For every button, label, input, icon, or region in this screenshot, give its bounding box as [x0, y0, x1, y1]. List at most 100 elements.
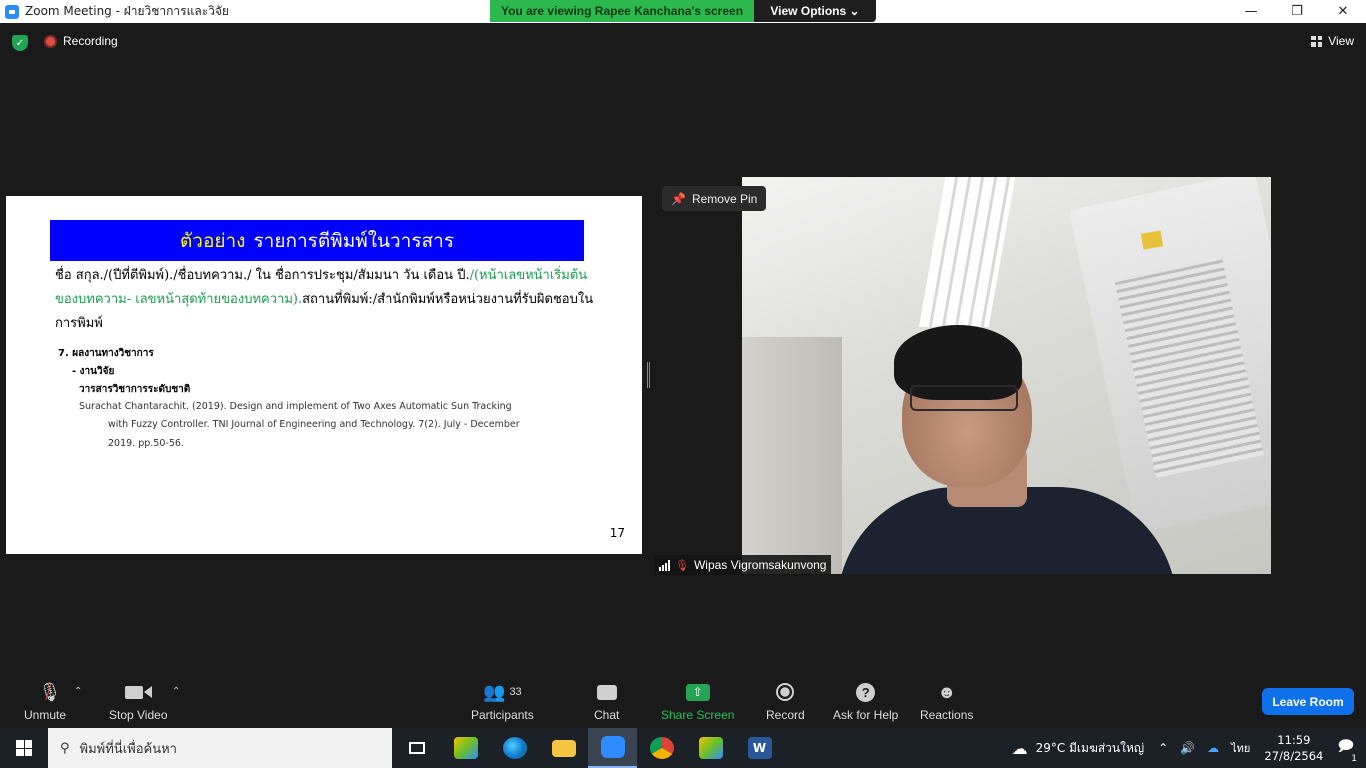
viewing-message: You are viewing Rapee Kanchana's screen — [490, 0, 754, 22]
search-placeholder: พิมพ์ที่นี่เพื่อค้นหา — [79, 741, 177, 757]
task-view-icon[interactable] — [392, 728, 441, 768]
windows-taskbar: ⚲ พิมพ์ที่นี่เพื่อค้นหา W ☁ 29°C มีเมฆส่… — [0, 728, 1366, 768]
clock-time: 11:59 — [1277, 733, 1311, 747]
share-screen-icon: ⇧ — [685, 680, 710, 704]
citation-line-2: with Fuzzy Controller. TNI Journal of En… — [108, 419, 520, 430]
slide-page-number: 17 — [609, 526, 625, 540]
video-camera-icon — [124, 680, 152, 704]
input-language[interactable]: ไทย — [1231, 739, 1250, 757]
reference-format: ชื่อ สกุล./(ปีที่ตีพิมพ์)./ชื่อบทความ./ … — [55, 264, 600, 336]
participant-nameplate: 🎙 Wipas Vigromsakunvong — [654, 555, 832, 575]
mic-muted-icon: 🎙 ⧸ — [38, 681, 62, 702]
view-button[interactable]: View — [1311, 34, 1354, 48]
video-background-wall — [742, 337, 842, 574]
word-icon[interactable]: W — [735, 728, 784, 768]
tray-chevron-up-icon[interactable]: ⌃ — [1158, 741, 1168, 755]
taskbar-apps: W — [392, 728, 784, 768]
chat-button[interactable]: Chat — [594, 680, 619, 722]
question-icon: ? — [856, 680, 876, 704]
participant-video[interactable] — [742, 177, 1271, 574]
volume-icon[interactable]: 🔊 — [1180, 741, 1195, 755]
meeting-toolbar: 🎙 ⧸ Unmute ⌃ Stop Video ⌃ 👥 33 Participant… — [0, 672, 1366, 728]
share-screen-button[interactable]: ⇧ Share Screen — [661, 680, 734, 722]
reference-format-part1: ชื่อ สกุล./(ปีที่ตีพิมพ์)./ชื่อบทความ./ … — [55, 268, 470, 283]
slide-header-text: รายการตีพิมพ์ในวารสาร — [253, 229, 455, 252]
video-background-aircon — [1068, 177, 1271, 534]
slide-header: ตัวอย่าง รายการตีพิมพ์ในวารสาร — [50, 220, 584, 261]
stop-video-label: Stop Video — [109, 708, 168, 722]
subsection-journal: วารสารวิชาการระดับชาติ — [79, 384, 191, 395]
taskbar-clock[interactable]: 11:59 27/8/2564 — [1264, 732, 1323, 764]
search-icon: ⚲ — [60, 740, 70, 756]
record-icon — [776, 680, 795, 704]
share-screen-label: Share Screen — [661, 708, 735, 722]
security-shield-icon[interactable]: ✓ — [12, 35, 28, 51]
section-heading: 7. ผลงานทางวิชาการ — [58, 348, 154, 359]
participants-label: Participants — [471, 708, 534, 722]
citation-line-3: 2019. pp.50-56. — [108, 438, 184, 449]
chat-icon — [596, 680, 617, 704]
notification-center-icon[interactable]: 🗩 1 — [1337, 736, 1357, 764]
window-title: Zoom Meeting - ฝ่ายวิชาการและวิจัย — [25, 4, 229, 18]
edge-icon[interactable] — [490, 728, 539, 768]
file-explorer-icon[interactable] — [539, 728, 588, 768]
bluestacks-icon[interactable] — [441, 728, 490, 768]
subsection-research: - งานวิจัย — [72, 366, 115, 377]
chrome-icon[interactable] — [637, 728, 686, 768]
ask-for-help-button[interactable]: ? Ask for Help — [833, 680, 898, 722]
recording-label: Recording — [63, 34, 118, 48]
system-tray: ☁ 29°C มีเมฆส่วนใหญ่ ⌃ 🔊 ☁ ไทย 11:59 27/… — [1012, 728, 1366, 768]
chat-label: Chat — [594, 708, 620, 722]
reactions-icon: ☻ — [937, 681, 957, 702]
participants-count: 33 — [509, 686, 522, 698]
onedrive-icon[interactable]: ☁ — [1207, 741, 1219, 755]
chevron-down-icon: ⌄ — [849, 4, 860, 18]
participants-icon: 👥 33 — [483, 681, 522, 702]
clock-date: 27/8/2564 — [1264, 749, 1324, 763]
unmute-label: Unmute — [24, 708, 67, 722]
record-dot-icon — [44, 34, 57, 48]
close-icon[interactable]: ✕ — [1320, 0, 1366, 23]
record-label: Record — [766, 708, 805, 722]
unmute-button[interactable]: 🎙 ⧸ Unmute — [24, 680, 67, 723]
view-label: View — [1328, 34, 1354, 48]
windows-logo-icon — [16, 740, 32, 756]
viewing-banner: You are viewing Rapee Kanchana's screen … — [490, 0, 876, 22]
remove-pin-button[interactable]: 📌 Remove Pin — [662, 186, 767, 211]
pin-icon: 📌 — [671, 191, 686, 206]
start-button[interactable] — [0, 728, 48, 768]
mic-muted-icon: 🎙 — [675, 559, 689, 572]
view-options-label: View Options — [770, 4, 847, 18]
minimize-icon[interactable]: — — [1228, 0, 1274, 23]
record-button[interactable]: Record — [766, 680, 805, 722]
notification-count: 1 — [1351, 753, 1357, 764]
stop-video-button[interactable]: Stop Video — [109, 680, 168, 722]
shared-screen: ตัวอย่าง รายการตีพิมพ์ในวารสาร ชื่อ สกุล… — [6, 196, 642, 554]
signal-strength-icon — [659, 559, 670, 571]
video-background-sticker — [1140, 230, 1164, 250]
ask-for-help-label: Ask for Help — [833, 708, 899, 722]
zoom-taskbar-icon[interactable] — [588, 728, 637, 768]
view-options-button[interactable]: View Options ⌄ — [754, 0, 876, 22]
video-person-glasses — [910, 385, 1018, 411]
leave-room-button[interactable]: Leave Room — [1262, 688, 1354, 715]
restore-icon[interactable]: ❐ — [1274, 0, 1320, 23]
video-options-caret-icon[interactable]: ⌃ — [172, 686, 180, 697]
slide-header-highlight: ตัวอย่าง — [179, 229, 246, 252]
recording-indicator[interactable]: Recording — [44, 34, 118, 48]
reactions-label: Reactions — [920, 708, 974, 722]
participant-name: Wipas Vigromsakunvong — [693, 558, 827, 572]
audio-options-caret-icon[interactable]: ⌃ — [74, 686, 82, 697]
zoom-app-icon — [5, 4, 19, 19]
participants-button[interactable]: 👥 33 Participants — [471, 680, 534, 723]
weather-cloud-icon: ☁ — [1011, 738, 1028, 758]
citation-line-1: Surachat Chantarachit. (2019). Design an… — [79, 401, 512, 412]
taskbar-search[interactable]: ⚲ พิมพ์ที่นี่เพื่อค้นหา — [48, 728, 392, 768]
window-controls: — ❐ ✕ — [1228, 0, 1366, 23]
reactions-button[interactable]: ☻ Reactions — [920, 680, 974, 723]
split-resize-handle[interactable] — [647, 362, 650, 388]
weather-text[interactable]: 29°C มีเมฆส่วนใหญ่ — [1036, 739, 1145, 758]
remove-pin-label: Remove Pin — [691, 191, 758, 206]
grid-view-icon — [1311, 35, 1323, 47]
bluestacks-multi-icon[interactable] — [686, 728, 735, 768]
